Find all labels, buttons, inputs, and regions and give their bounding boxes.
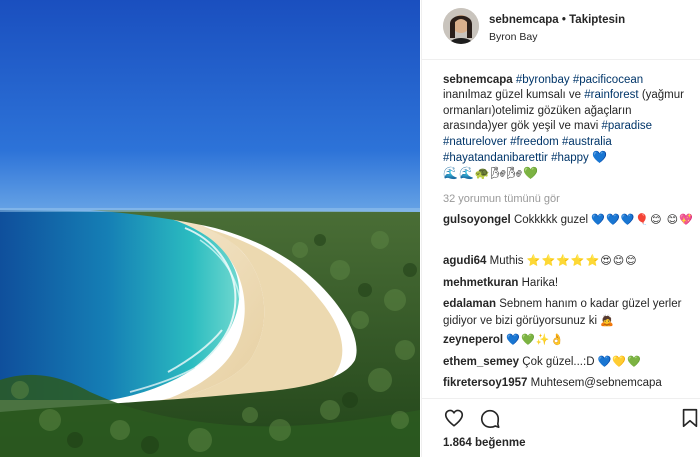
comment-text: Cokkkkk guzel — [513, 214, 589, 226]
hashtag-link[interactable]: #naturelover — [443, 136, 507, 148]
likes-label: beğenme — [474, 437, 526, 449]
follow-status-button[interactable]: Takiptesin — [569, 14, 625, 26]
bookmark-icon — [682, 408, 698, 428]
caption-emojis: 🌊🌊🐢🌬🌬💚 — [443, 166, 540, 181]
comment-text: Harika! — [521, 277, 559, 289]
comment-emojis: ⭐⭐⭐⭐⭐😍😊😊 — [526, 255, 638, 267]
post-header: sebnemcapa • Takiptesin Byron Bay — [422, 0, 700, 60]
comment-username[interactable]: mehmetkuran — [443, 277, 518, 289]
comment-username[interactable]: agudi64 — [443, 255, 486, 267]
comment-item: mehmetkuran Harika! — [443, 275, 695, 292]
comment-username[interactable]: gulsoyongel — [443, 214, 511, 226]
comment-emojis: 💙💙💙🎈😊 😊💖 — [591, 214, 694, 226]
comment-text: Muhtesem@sebnemcapa — [530, 377, 662, 389]
comment-text: Çok güzel...:D — [522, 356, 595, 368]
byron-bay-beach-image — [0, 0, 420, 457]
comment-emojis: 💙💛💚 — [597, 356, 642, 368]
hashtag-link[interactable]: #australia — [562, 136, 612, 148]
profile-photo-icon — [443, 8, 479, 44]
post-location[interactable]: Byron Bay — [489, 31, 537, 43]
post-side-panel: sebnemcapa • Takiptesin Byron Bay sebnem… — [421, 0, 700, 457]
caption-text: inanılmaz güzel kumsalı ve — [443, 89, 582, 102]
comment-username[interactable]: zeyneperol — [443, 334, 503, 346]
caption-username[interactable]: sebnemcapa — [443, 74, 513, 86]
comment-username[interactable]: ethem_semey — [443, 356, 519, 368]
heart-outline-icon — [444, 409, 464, 427]
comment-item: zeyneperol 💙💚✨👌 — [443, 332, 695, 349]
comment-item: gulsoyongel Cokkkkk guzel 💙💙💙🎈😊 😊💖 — [443, 212, 695, 229]
comment-username[interactable]: fikretersoy1957 — [443, 377, 527, 389]
hashtag-link[interactable]: #paradise — [602, 120, 653, 132]
comment-button[interactable] — [479, 407, 501, 429]
comment-item: fikretersoy1957 Muhtesem@sebnemcapa — [443, 375, 695, 392]
view-all-comments-link[interactable]: 32 yorumun tümünü gör — [443, 193, 560, 205]
comment-emojis: 🙇 — [600, 314, 615, 327]
post-username[interactable]: sebnemcapa — [489, 14, 559, 26]
save-button[interactable] — [679, 407, 700, 429]
hashtag-link[interactable]: #freedom — [510, 136, 559, 148]
hashtag-link[interactable]: #hayatandanibarettir — [443, 152, 548, 164]
post-actions-bar — [443, 407, 700, 431]
hashtag-link[interactable]: #happy — [551, 152, 589, 164]
comment-username[interactable]: edalaman — [443, 298, 496, 310]
hashtag-link[interactable]: #rainforest — [584, 89, 638, 101]
comment-item: agudi64 Muthis ⭐⭐⭐⭐⭐😍😊😊 — [443, 253, 695, 270]
comment-text: Muthis — [489, 255, 524, 267]
comment-item: ethem_semey Çok güzel...:D 💙💛💚 — [443, 354, 695, 371]
comment-emojis: 💙💚✨👌 — [506, 334, 566, 346]
divider — [422, 398, 700, 399]
post-caption: sebnemcapa #byronbay #pacificocean inanı… — [443, 73, 693, 183]
caption-heart-emoji: 💙 — [592, 150, 608, 165]
comment-bubble-icon — [480, 409, 500, 428]
avatar[interactable] — [443, 8, 479, 44]
likes-count[interactable]: 1.864 beğenme — [443, 437, 525, 449]
comment-item: edalaman Sebnem hanım o kadar güzel yerl… — [443, 296, 695, 329]
hashtag-link[interactable]: #byronbay — [516, 74, 570, 86]
likes-number: 1.864 — [443, 437, 472, 449]
like-button[interactable] — [443, 407, 465, 429]
post-photo[interactable] — [0, 0, 420, 457]
header-separator: • — [561, 14, 566, 26]
hashtag-link[interactable]: #pacificocean — [573, 74, 643, 86]
